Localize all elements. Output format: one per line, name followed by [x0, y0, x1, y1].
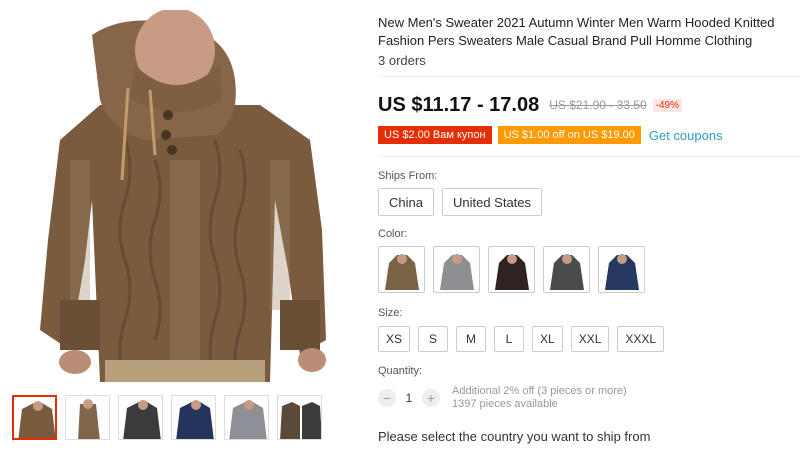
size-xl[interactable]: XL: [532, 326, 563, 352]
image-gallery: [0, 0, 340, 454]
coupon-row: US $2.00 Вам купон US $1.00 off on US $1…: [378, 126, 723, 144]
color-swatch-dark-gray[interactable]: [543, 246, 590, 293]
thumbnail-2[interactable]: [65, 395, 110, 440]
quantity-stepper: − 1 + Additional 2% off (3 pieces or mor…: [378, 385, 627, 411]
ships-from-united-states[interactable]: United States: [441, 188, 543, 216]
product-info-panel: New Men's Sweater 2021 Autumn Winter Men…: [378, 0, 800, 454]
coupon-store[interactable]: US $2.00 Вам купон: [378, 126, 492, 144]
bulk-discount-note: Additional 2% off (3 pieces or more): [452, 385, 627, 397]
color-label: Color:: [378, 228, 408, 240]
divider: [378, 156, 800, 157]
quantity-input[interactable]: 1: [396, 391, 422, 405]
thumbnail-strip: [12, 395, 322, 440]
size-options: XS S M L XL XXL XXXL: [378, 326, 665, 352]
size-s[interactable]: S: [418, 326, 449, 352]
size-xxl[interactable]: XXL: [570, 326, 610, 352]
product-title: New Men's Sweater 2021 Autumn Winter Men…: [378, 15, 775, 48]
quantity-decrease-button[interactable]: −: [378, 389, 396, 407]
size-l[interactable]: L: [494, 326, 525, 352]
discount-badge: -49%: [652, 98, 682, 112]
thumbnail-5[interactable]: [224, 395, 269, 440]
divider: [378, 76, 800, 77]
original-price: US $21.90 - 33.50: [549, 98, 647, 112]
color-swatch-brown[interactable]: [378, 246, 425, 293]
thumbnail-4[interactable]: [171, 395, 216, 440]
coupon-select[interactable]: US $1.00 off on US $19.00: [497, 126, 641, 144]
ships-from-options: China United States: [378, 188, 543, 216]
current-price: US $11.17 - 17.08: [378, 93, 540, 116]
stock-available: 1397 pieces available: [452, 398, 558, 410]
color-swatch-coffee[interactable]: [488, 246, 535, 293]
main-product-image[interactable]: [30, 10, 326, 382]
thumbnail-3[interactable]: [118, 395, 163, 440]
color-swatch-gray[interactable]: [433, 246, 480, 293]
quantity-label: Quantity:: [378, 365, 423, 377]
size-m[interactable]: M: [456, 326, 487, 352]
quantity-note: Additional 2% off (3 pieces or more) 139…: [452, 385, 627, 411]
size-xs[interactable]: XS: [378, 326, 411, 352]
color-swatch-navy[interactable]: [598, 246, 645, 293]
quantity-increase-button[interactable]: +: [422, 389, 440, 407]
price-row: US $11.17 - 17.08 US $21.90 - 33.50 -49%: [378, 92, 682, 118]
ships-from-china[interactable]: China: [378, 188, 434, 216]
get-coupons-link[interactable]: Get coupons: [649, 128, 723, 143]
size-label: Size:: [378, 307, 403, 319]
color-options: [378, 246, 645, 293]
orders-count[interactable]: 3 orders: [378, 53, 426, 68]
thumbnail-6[interactable]: [277, 395, 322, 440]
thumbnail-1[interactable]: [12, 395, 57, 440]
shipping-note: Please select the country you want to sh…: [378, 429, 651, 444]
size-xxxl[interactable]: XXXL: [617, 326, 665, 352]
ships-from-label: Ships From:: [378, 170, 438, 182]
